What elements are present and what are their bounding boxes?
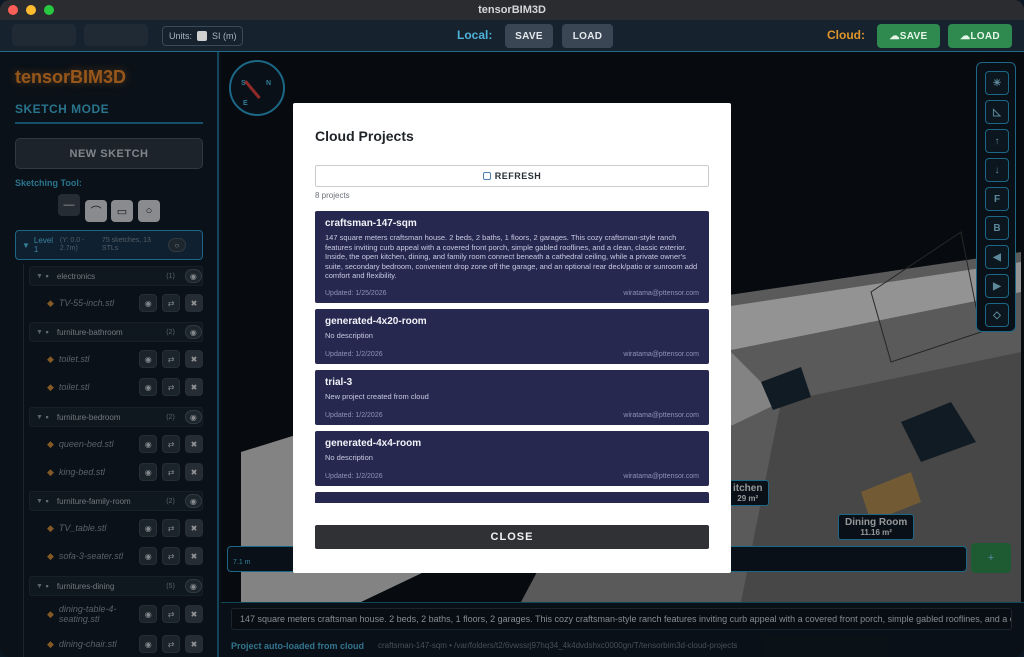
cloud-save-button[interactable]: ☁ SAVE bbox=[877, 24, 940, 48]
cloud-icon: ☁ bbox=[889, 30, 900, 42]
window-title: tensorBIM3D bbox=[478, 4, 546, 16]
units-value: SI (m) bbox=[212, 31, 237, 41]
project-footer: Updated: 1/2/2026 wiratama@pttensor.com bbox=[325, 351, 699, 358]
project-owner: wiratama@pttensor.com bbox=[623, 351, 699, 358]
project-updated: Updated: 1/2/2026 bbox=[325, 351, 383, 358]
cloud-load-button[interactable]: ☁ LOAD bbox=[948, 24, 1012, 48]
zoom-window-button[interactable] bbox=[44, 5, 54, 15]
window-controls bbox=[8, 5, 54, 15]
project-list[interactable]: craftsman-147-sqm 147 square meters craf… bbox=[315, 211, 709, 503]
project-card[interactable]: craftsman-147-sqm 147 square meters craf… bbox=[315, 211, 709, 303]
project-owner: wiratama@pttensor.com bbox=[623, 290, 699, 297]
project-name: generated-4x20-room bbox=[325, 316, 427, 327]
top-toolbar: Units: SI (m) Local: SAVE LOAD Cloud: ☁ … bbox=[0, 20, 1024, 52]
toolbar-hidden-button-2[interactable] bbox=[84, 24, 148, 46]
project-card-partial[interactable] bbox=[315, 492, 709, 503]
project-footer: Updated: 1/25/2026 wiratama@pttensor.com bbox=[325, 290, 699, 297]
cloud-save-label: SAVE bbox=[899, 30, 928, 42]
units-toggle[interactable]: Units: SI (m) bbox=[162, 26, 243, 46]
units-checkbox[interactable] bbox=[197, 31, 208, 41]
project-card[interactable]: trial-3 New project created from cloud U… bbox=[315, 370, 709, 425]
cloud-projects-dialog: Cloud Projects REFRESH 8 projects crafts… bbox=[293, 103, 731, 573]
project-description: 147 square meters craftsman house. 2 bed… bbox=[325, 233, 698, 280]
units-label: Units: bbox=[169, 31, 193, 41]
project-name: trial-3 bbox=[325, 377, 353, 388]
title-bar: tensorBIM3D bbox=[0, 0, 1024, 20]
local-load-button[interactable]: LOAD bbox=[562, 24, 613, 48]
cloud-label: Cloud: bbox=[827, 28, 865, 42]
project-owner: wiratama@pttensor.com bbox=[623, 412, 699, 419]
project-description: No description bbox=[325, 453, 373, 462]
project-description: New project created from cloud bbox=[325, 392, 429, 401]
project-footer: Updated: 1/2/2026 wiratama@pttensor.com bbox=[325, 412, 699, 419]
minimize-window-button[interactable] bbox=[26, 5, 36, 15]
project-name: craftsman-147-sqm bbox=[325, 218, 417, 229]
project-card[interactable]: generated-4x20-room No description Updat… bbox=[315, 309, 709, 364]
project-updated: Updated: 1/25/2026 bbox=[325, 290, 387, 297]
project-footer: Updated: 1/2/2026 wiratama@pttensor.com bbox=[325, 473, 699, 480]
project-description: No description bbox=[325, 331, 373, 340]
cloud-load-label: LOAD bbox=[970, 30, 1000, 42]
local-save-button[interactable]: SAVE bbox=[505, 24, 553, 48]
close-window-button[interactable] bbox=[8, 5, 18, 15]
project-name: generated-4x4-room bbox=[325, 438, 422, 449]
project-updated: Updated: 1/2/2026 bbox=[325, 412, 383, 419]
local-label: Local: bbox=[457, 28, 493, 42]
refresh-label: REFRESH bbox=[494, 171, 542, 181]
project-card[interactable]: generated-4x4-room No description Update… bbox=[315, 431, 709, 486]
project-count: 8 projects bbox=[315, 191, 350, 200]
close-button[interactable]: CLOSE bbox=[315, 525, 709, 549]
project-owner: wiratama@pttensor.com bbox=[623, 473, 699, 480]
dialog-title: Cloud Projects bbox=[315, 128, 414, 144]
project-updated: Updated: 1/2/2026 bbox=[325, 473, 383, 480]
cloud-icon: ☁ bbox=[960, 30, 971, 42]
app-window: tensorBIM3D Units: SI (m) Local: SAVE LO… bbox=[0, 0, 1024, 657]
refresh-icon bbox=[482, 172, 491, 180]
refresh-button[interactable]: REFRESH bbox=[315, 165, 709, 187]
toolbar-hidden-button-1[interactable] bbox=[12, 24, 76, 46]
